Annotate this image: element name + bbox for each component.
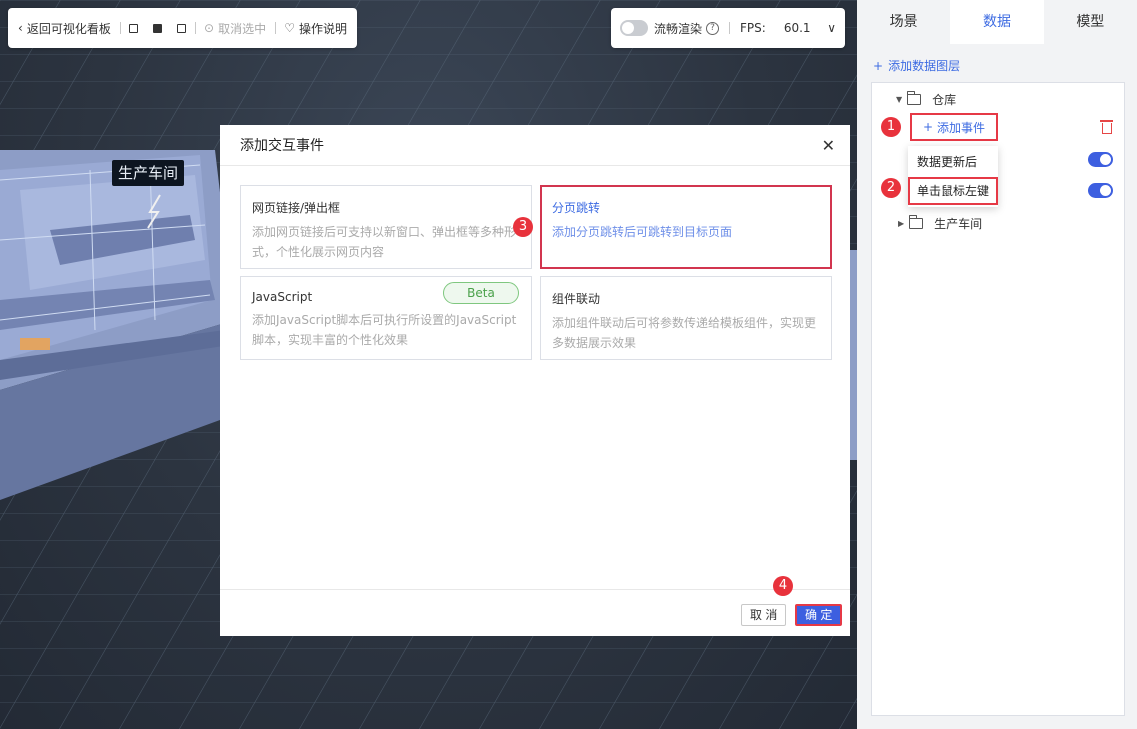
tab-data[interactable]: 数据 bbox=[950, 0, 1044, 44]
tree-folder-workshop[interactable]: ▶ 生产车间 bbox=[898, 215, 982, 232]
building-label[interactable]: 生产车间 bbox=[112, 160, 185, 186]
add-data-layer-button[interactable]: + 添加数据图层 bbox=[873, 57, 960, 74]
view-layers-icon[interactable] bbox=[176, 23, 186, 33]
step-badge-2: 2 bbox=[881, 178, 901, 198]
folder-icon bbox=[906, 91, 922, 105]
confirm-button[interactable]: 确 定 bbox=[795, 604, 843, 626]
add-interaction-event-dialog: 添加交互事件 ✕ 网页链接/弹出框 添加网页链接后可支持以新窗口、弹出框等多种形… bbox=[220, 125, 850, 636]
step-badge-3: 3 bbox=[513, 217, 533, 237]
cancel-button[interactable]: 取 消 bbox=[741, 604, 787, 626]
card-web-link[interactable]: 网页链接/弹出框 添加网页链接后可支持以新窗口、弹出框等多种形式，个性化展示网页… bbox=[240, 185, 532, 269]
plus-icon: + bbox=[873, 58, 884, 73]
dropdown-item-data-updated[interactable]: 数据更新后 bbox=[908, 148, 998, 176]
card-description: 添加分页跳转后可跳转到目标页面 bbox=[552, 225, 733, 239]
right-panel: 场景 数据 模型 + 添加数据图层 ▼ 仓库 + 添加事件 数据更新后 单击鼠标… bbox=[857, 0, 1137, 729]
help-icon[interactable]: ? bbox=[706, 21, 720, 35]
view-mode-group bbox=[128, 23, 186, 33]
card-title: 组件联动 bbox=[552, 292, 601, 306]
caret-right-icon[interactable]: ▶ bbox=[898, 219, 904, 228]
chevron-down-icon[interactable]: ∨ bbox=[827, 21, 836, 35]
fps-label: FPS: bbox=[740, 21, 766, 35]
step-badge-4: 4 bbox=[773, 576, 793, 596]
panel-tabs: 场景 数据 模型 bbox=[857, 0, 1137, 44]
chevron-left-icon: ‹ bbox=[18, 21, 23, 35]
card-description: 添加JavaScript脚本后可执行所设置的JavaScript脚本，实现丰富的… bbox=[252, 313, 517, 347]
deselect-button[interactable]: ⊙ 取消选中 bbox=[204, 20, 266, 37]
tree-folder-warehouse[interactable]: ▼ 仓库 bbox=[896, 91, 956, 108]
tab-scene[interactable]: 场景 bbox=[857, 0, 950, 44]
card-title: 网页链接/弹出框 bbox=[252, 201, 341, 215]
dialog-footer: 取 消 确 定 bbox=[220, 589, 850, 636]
card-component-link[interactable]: 组件联动 添加组件联动后可将参数传递给模板组件，实现更多数据展示效果 bbox=[540, 276, 832, 360]
render-settings-panel: 流畅渲染 ? FPS: 60.1 ∨ bbox=[611, 8, 845, 48]
view-solid-icon[interactable] bbox=[152, 23, 162, 33]
view-wireframe-icon[interactable] bbox=[128, 23, 138, 33]
folder-label: 生产车间 bbox=[934, 217, 983, 231]
smooth-render-toggle[interactable] bbox=[620, 20, 648, 36]
guide-button[interactable]: ♡ 操作说明 bbox=[284, 20, 347, 37]
step-badge-1: 1 bbox=[881, 117, 901, 137]
card-description: 添加网页链接后可支持以新窗口、弹出框等多种形式，个性化展示网页内容 bbox=[252, 225, 517, 259]
tab-model[interactable]: 模型 bbox=[1044, 0, 1137, 44]
fps-value: 60.1 bbox=[783, 21, 811, 35]
back-label: 返回可视化看板 bbox=[26, 21, 111, 36]
card-title: 分页跳转 bbox=[552, 201, 601, 215]
back-button[interactable]: ‹ 返回可视化看板 bbox=[18, 20, 111, 37]
plus-icon: + bbox=[922, 120, 934, 134]
lightbulb-icon: ♡ bbox=[284, 21, 295, 35]
event-type-dropdown: 数据更新后 单击鼠标左键 bbox=[908, 146, 998, 207]
data-layer-tree: ▼ 仓库 + 添加事件 数据更新后 单击鼠标左键 ▶ 生产车间 bbox=[871, 82, 1125, 716]
add-data-layer-label: 添加数据图层 bbox=[888, 59, 961, 73]
add-event-button[interactable]: + 添加事件 bbox=[910, 113, 998, 141]
beta-badge: Beta bbox=[443, 282, 519, 304]
guide-label: 操作说明 bbox=[299, 21, 348, 36]
dialog-header: 添加交互事件 bbox=[220, 125, 850, 166]
event-toggle-switch[interactable] bbox=[1088, 152, 1113, 167]
card-description: 添加组件联动后可将参数传递给模板组件，实现更多数据展示效果 bbox=[552, 316, 817, 350]
deselect-icon: ⊙ bbox=[204, 21, 215, 35]
dialog-title: 添加交互事件 bbox=[240, 138, 324, 154]
card-javascript[interactable]: JavaScript 添加JavaScript脚本后可执行所设置的JavaScr… bbox=[240, 276, 532, 360]
dropdown-item-left-click[interactable]: 单击鼠标左键 bbox=[908, 177, 998, 205]
divider bbox=[729, 22, 731, 34]
deselect-label: 取消选中 bbox=[218, 21, 267, 36]
event-toggle-switch[interactable] bbox=[1088, 183, 1113, 198]
trash-icon[interactable] bbox=[1100, 120, 1113, 134]
add-event-label: 添加事件 bbox=[937, 120, 986, 135]
card-page-jump[interactable]: 分页跳转 添加分页跳转后可跳转到目标页面 bbox=[540, 185, 832, 269]
caret-down-icon[interactable]: ▼ bbox=[896, 95, 902, 104]
folder-label: 仓库 bbox=[932, 93, 957, 107]
smooth-render-label: 流畅渲染 bbox=[654, 21, 703, 36]
top-toolbar: ‹ 返回可视化看板 ⊙ 取消选中 ♡ 操作说明 bbox=[8, 8, 357, 48]
folder-icon bbox=[908, 215, 924, 229]
close-icon[interactable]: ✕ bbox=[822, 136, 835, 155]
